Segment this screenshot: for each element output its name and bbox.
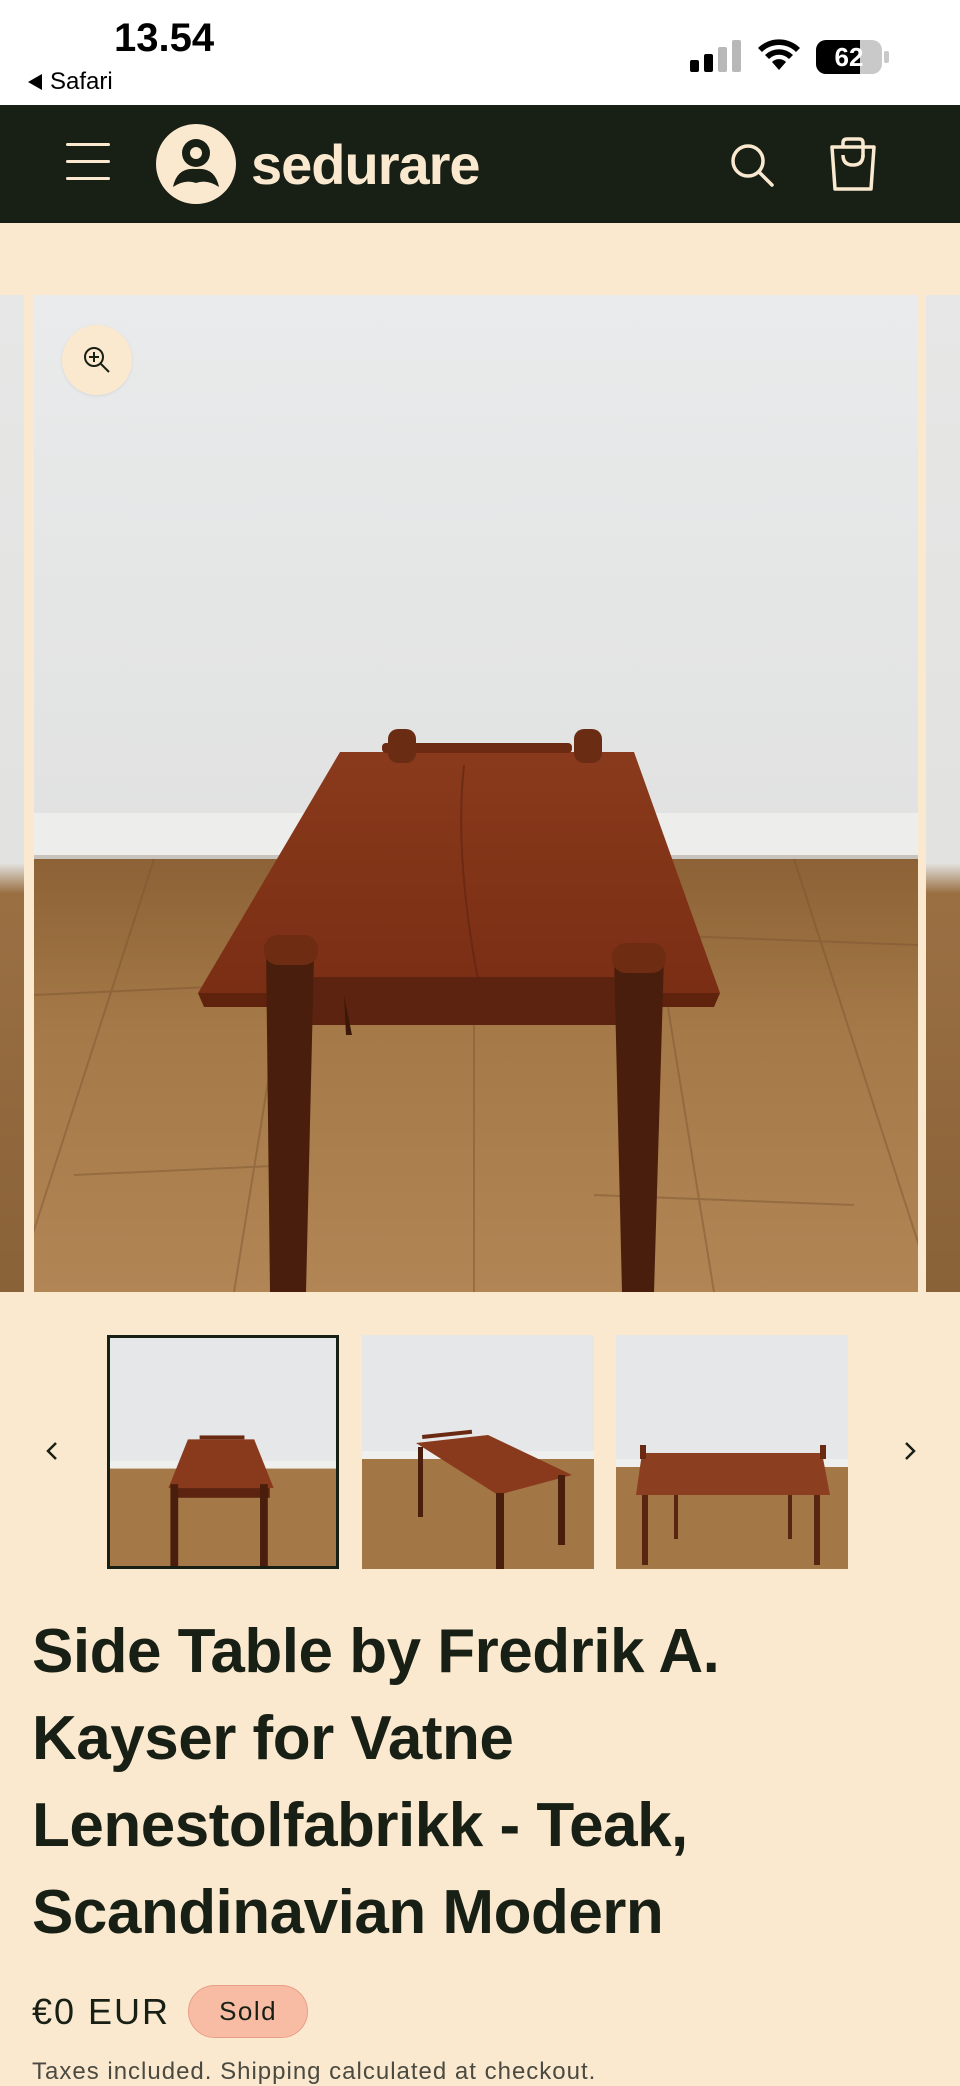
tax-shipping-note: Taxes included. Shipping calculated at c… [32,2058,597,2085]
hamburger-line [66,160,110,163]
product-title: Side Table by Fredrik A. Kayser for Vatn… [32,1617,720,1947]
hamburger-line [66,177,110,180]
thumbnail-angled[interactable] [362,1335,594,1569]
thumbnail-angled-image [362,1335,594,1569]
site-header: sedurare [0,105,960,223]
sedurare-logo-icon [156,124,236,204]
product-main-image[interactable] [34,295,918,1292]
thumbnail-top-image [616,1335,848,1569]
svg-text:62: 62 [835,42,864,72]
product-gallery[interactable] [0,295,960,1292]
ios-status-bar: 13.54 Safari 62 [0,0,960,105]
thumbnail-front-image [110,1338,336,1566]
price-row: €0 EUR Sold [32,1985,309,2038]
zoom-button[interactable] [62,325,132,395]
previous-slide-peek[interactable] [0,295,24,1292]
back-triangle-icon [28,74,42,90]
thumbnail-slider [0,1335,960,1571]
product-price: €0 EUR [32,1990,171,2032]
menu-button[interactable] [66,143,110,183]
thumbnail-top[interactable] [616,1335,848,1569]
back-to-safari[interactable]: Safari [28,68,113,96]
brand-name: sedurare [251,132,481,196]
battery-icon: 62 [816,40,889,74]
hamburger-icon [66,143,110,146]
wifi-icon [758,39,800,70]
thumbnail-front[interactable] [107,1335,339,1569]
thumbnail-next-icon[interactable] [894,1427,926,1475]
status-time: 13.54 [114,16,215,60]
cart-icon[interactable] [828,137,878,191]
thumbnail-prev-icon[interactable] [36,1427,68,1475]
sold-badge: Sold [188,1985,309,2038]
brand-logo[interactable]: sedurare [155,123,481,205]
next-slide-peek[interactable] [926,295,960,1292]
cellular-signal-icon [690,40,741,72]
search-icon[interactable] [728,141,776,189]
zoom-in-icon [84,347,110,373]
back-app-label: Safari [50,68,113,95]
